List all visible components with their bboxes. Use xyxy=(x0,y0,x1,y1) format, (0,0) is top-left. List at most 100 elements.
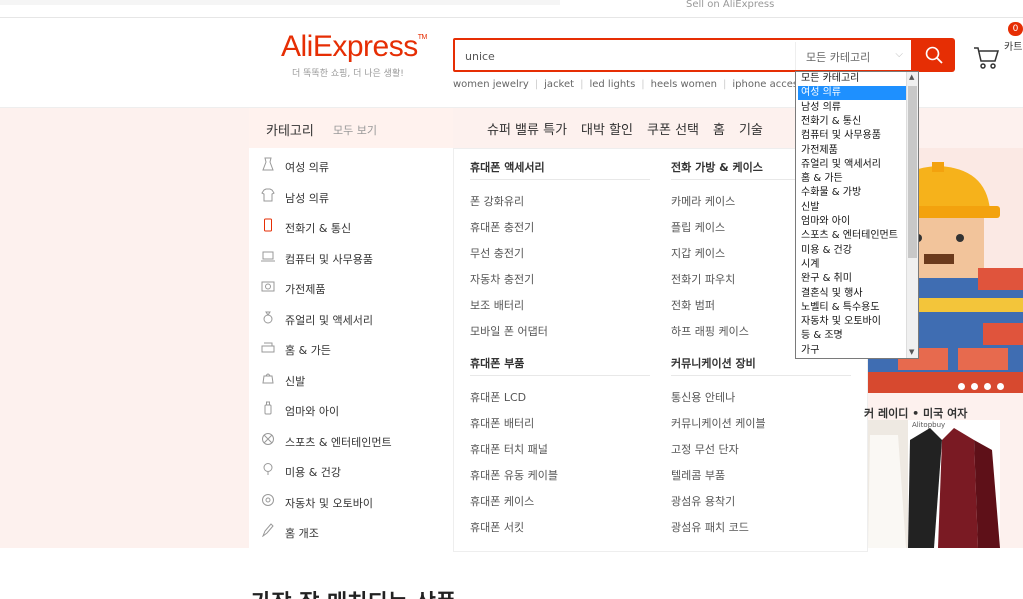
mega-link[interactable]: 텔레콤 부품 xyxy=(671,467,725,483)
category-item[interactable]: 신발 xyxy=(249,364,453,394)
wheel-icon xyxy=(262,493,274,506)
dropdown-option[interactable]: 결혼식 및 행사 xyxy=(798,287,906,301)
category-item-label: 남성 의류 xyxy=(285,191,329,205)
dropdown-option[interactable]: 노벨티 & 특수용도 xyxy=(798,301,906,315)
mega-link[interactable]: 광섬유 패치 코드 xyxy=(671,519,749,535)
aliexpress-logo[interactable]: AliExpressTM xyxy=(281,30,427,64)
mega-link[interactable]: 무선 충전기 xyxy=(470,245,524,261)
category-item[interactable]: 컴퓨터 및 사무용품 xyxy=(249,242,453,272)
bottle-icon xyxy=(264,401,272,415)
view-all-link[interactable]: 모두 보기 xyxy=(333,122,377,138)
mega-link[interactable]: 카메라 케이스 xyxy=(671,193,735,209)
hot-search-link[interactable]: jacket xyxy=(544,79,574,90)
category-item[interactable]: 엄마와 아이 xyxy=(249,394,453,424)
dropdown-option[interactable]: 가구 xyxy=(798,344,906,358)
dropdown-option[interactable]: 여성 의류 xyxy=(798,86,906,101)
dropdown-option[interactable]: 신발 xyxy=(798,201,906,215)
category-item[interactable]: 홈 개조 xyxy=(249,516,453,546)
scrollbar-thumb[interactable] xyxy=(908,86,917,258)
dropdown-option[interactable]: 스포츠 & 엔터테인먼트 xyxy=(798,229,906,243)
mega-link[interactable]: 통신용 안테나 xyxy=(671,389,735,405)
mega-group-heading[interactable]: 휴대폰 액세서리 xyxy=(470,159,545,175)
dropdown-option[interactable]: 전화기 & 통신 xyxy=(798,115,906,129)
mega-link[interactable]: 폰 강화유리 xyxy=(470,193,524,209)
category-dropdown-list[interactable]: ▲ ▼ 모든 카테고리 여성 의류 남성 의류 전화기 & 통신 컴퓨터 및 사무용품 가… xyxy=(795,71,919,359)
chevron-down-icon: ⌵ xyxy=(895,49,903,60)
mega-link[interactable]: 하프 래핑 케이스 xyxy=(671,323,749,339)
mega-link[interactable]: 광섬유 용착기 xyxy=(671,493,735,509)
nav-link[interactable]: 쿠폰 선택 xyxy=(647,123,699,138)
mega-link[interactable]: 플립 케이스 xyxy=(671,219,725,235)
category-item[interactable]: 여성 의류 xyxy=(249,150,453,180)
dropdown-option[interactable]: 홈 & 가든 xyxy=(798,172,906,186)
nav-link[interactable]: 대박 할인 xyxy=(581,123,633,138)
category-item-label: 신발 xyxy=(285,374,306,388)
dropdown-option[interactable]: 컴퓨터 및 사무용품 xyxy=(798,129,906,143)
sell-link[interactable]: Sell on AliExpress xyxy=(686,0,774,9)
mega-link[interactable]: 전화기 파우치 xyxy=(671,271,735,287)
promo-title[interactable]: 커 레이디 • 미국 여자 xyxy=(864,405,967,421)
scroll-down-icon[interactable]: ▼ xyxy=(909,348,914,356)
hot-search-link[interactable]: led lights xyxy=(589,79,635,90)
dropdown-option[interactable]: 가전제품 xyxy=(798,144,906,158)
nav-link[interactable]: 슈퍼 밸류 특가 xyxy=(487,123,567,138)
mega-link[interactable]: 커뮤니케이션 케이블 xyxy=(671,415,766,431)
search-button[interactable] xyxy=(913,38,955,72)
category-item[interactable]: 자동차 및 오토바이 xyxy=(249,486,453,516)
mega-link[interactable]: 자동차 충전기 xyxy=(470,271,534,287)
dropdown-option[interactable]: 자동차 및 오토바이 xyxy=(798,315,906,329)
mega-group-heading[interactable]: 전화 가방 & 케이스 xyxy=(671,159,763,175)
cart-label[interactable]: 카트 xyxy=(1004,38,1022,53)
category-item[interactable]: 미용 & 건강 xyxy=(249,455,453,485)
mega-link[interactable]: 휴대폰 충전기 xyxy=(470,219,534,235)
dropdown-option[interactable]: 모든 카테고리 xyxy=(798,72,906,86)
category-item[interactable]: 가전제품 xyxy=(249,272,453,302)
carousel-dot[interactable] xyxy=(984,383,991,390)
cart-icon[interactable] xyxy=(972,42,1002,72)
carousel-dot[interactable] xyxy=(971,383,978,390)
mega-link[interactable]: 전화 범퍼 xyxy=(671,297,715,313)
dropdown-option[interactable]: 엄마와 아이 xyxy=(798,215,906,229)
mega-link[interactable]: 보조 배터리 xyxy=(470,297,524,313)
dropdown-option[interactable]: 등 & 조명 xyxy=(798,329,906,343)
product-image[interactable]: Alitopbuy xyxy=(908,420,1000,548)
mega-link[interactable]: 휴대폰 배터리 xyxy=(470,415,534,431)
dropdown-option[interactable]: 남성 의류 xyxy=(798,101,906,115)
hot-search-link[interactable]: women jewelry xyxy=(453,79,529,90)
carousel-dot[interactable] xyxy=(997,383,1004,390)
laptop-icon xyxy=(261,251,275,261)
nav-link[interactable]: 홈 xyxy=(713,123,725,138)
scroll-up-icon[interactable]: ▲ xyxy=(909,73,914,81)
ball-icon xyxy=(262,432,274,445)
category-item[interactable]: 홈 & 가든 xyxy=(249,333,453,363)
mega-link[interactable]: 휴대폰 케이스 xyxy=(470,493,534,509)
category-item[interactable]: 남성 의류 xyxy=(249,181,453,211)
mega-link[interactable]: 휴대폰 LCD xyxy=(470,389,526,405)
dropdown-option[interactable]: 완구 & 취미 xyxy=(798,272,906,286)
mega-link[interactable]: 고정 무선 단자 xyxy=(671,441,739,457)
mega-link[interactable]: 휴대폰 터치 패널 xyxy=(470,441,548,457)
search-input[interactable] xyxy=(465,46,785,66)
mega-link[interactable]: 모바일 폰 어댑터 xyxy=(470,323,548,339)
mega-link[interactable]: 휴대폰 유동 케이블 xyxy=(470,467,558,483)
mega-group-heading[interactable]: 휴대폰 부품 xyxy=(470,355,524,371)
dropdown-option[interactable]: 미용 & 건강 xyxy=(798,244,906,258)
mega-group-heading[interactable]: 커뮤니케이션 장비 xyxy=(671,355,756,371)
mega-link[interactable]: 지갑 케이스 xyxy=(671,245,725,261)
dropdown-option[interactable]: 시계 xyxy=(798,258,906,272)
nav-link[interactable]: 기술 xyxy=(739,123,763,138)
mega-link[interactable]: 휴대폰 서킷 xyxy=(470,519,524,535)
hot-search-link[interactable]: heels women xyxy=(651,79,717,90)
category-item[interactable]: 전화기 & 통신 xyxy=(249,211,453,241)
category-item[interactable]: 쥬얼리 및 액세서리 xyxy=(249,303,453,333)
product-image[interactable] xyxy=(868,420,908,548)
dropdown-option[interactable]: 수화물 & 가방 xyxy=(798,186,906,200)
sofa-icon xyxy=(261,342,275,353)
category-item[interactable]: 스포츠 & 엔터테인먼트 xyxy=(249,425,453,455)
dropdown-option[interactable]: 쥬얼리 및 액세서리 xyxy=(798,158,906,172)
category-select[interactable]: 모든 카테고리 ⌵ xyxy=(795,42,913,70)
divider xyxy=(671,375,851,376)
carousel-dot[interactable] xyxy=(958,383,965,390)
dropdown-scrollbar[interactable]: ▲ ▼ xyxy=(906,72,918,358)
search-icon xyxy=(925,46,943,64)
